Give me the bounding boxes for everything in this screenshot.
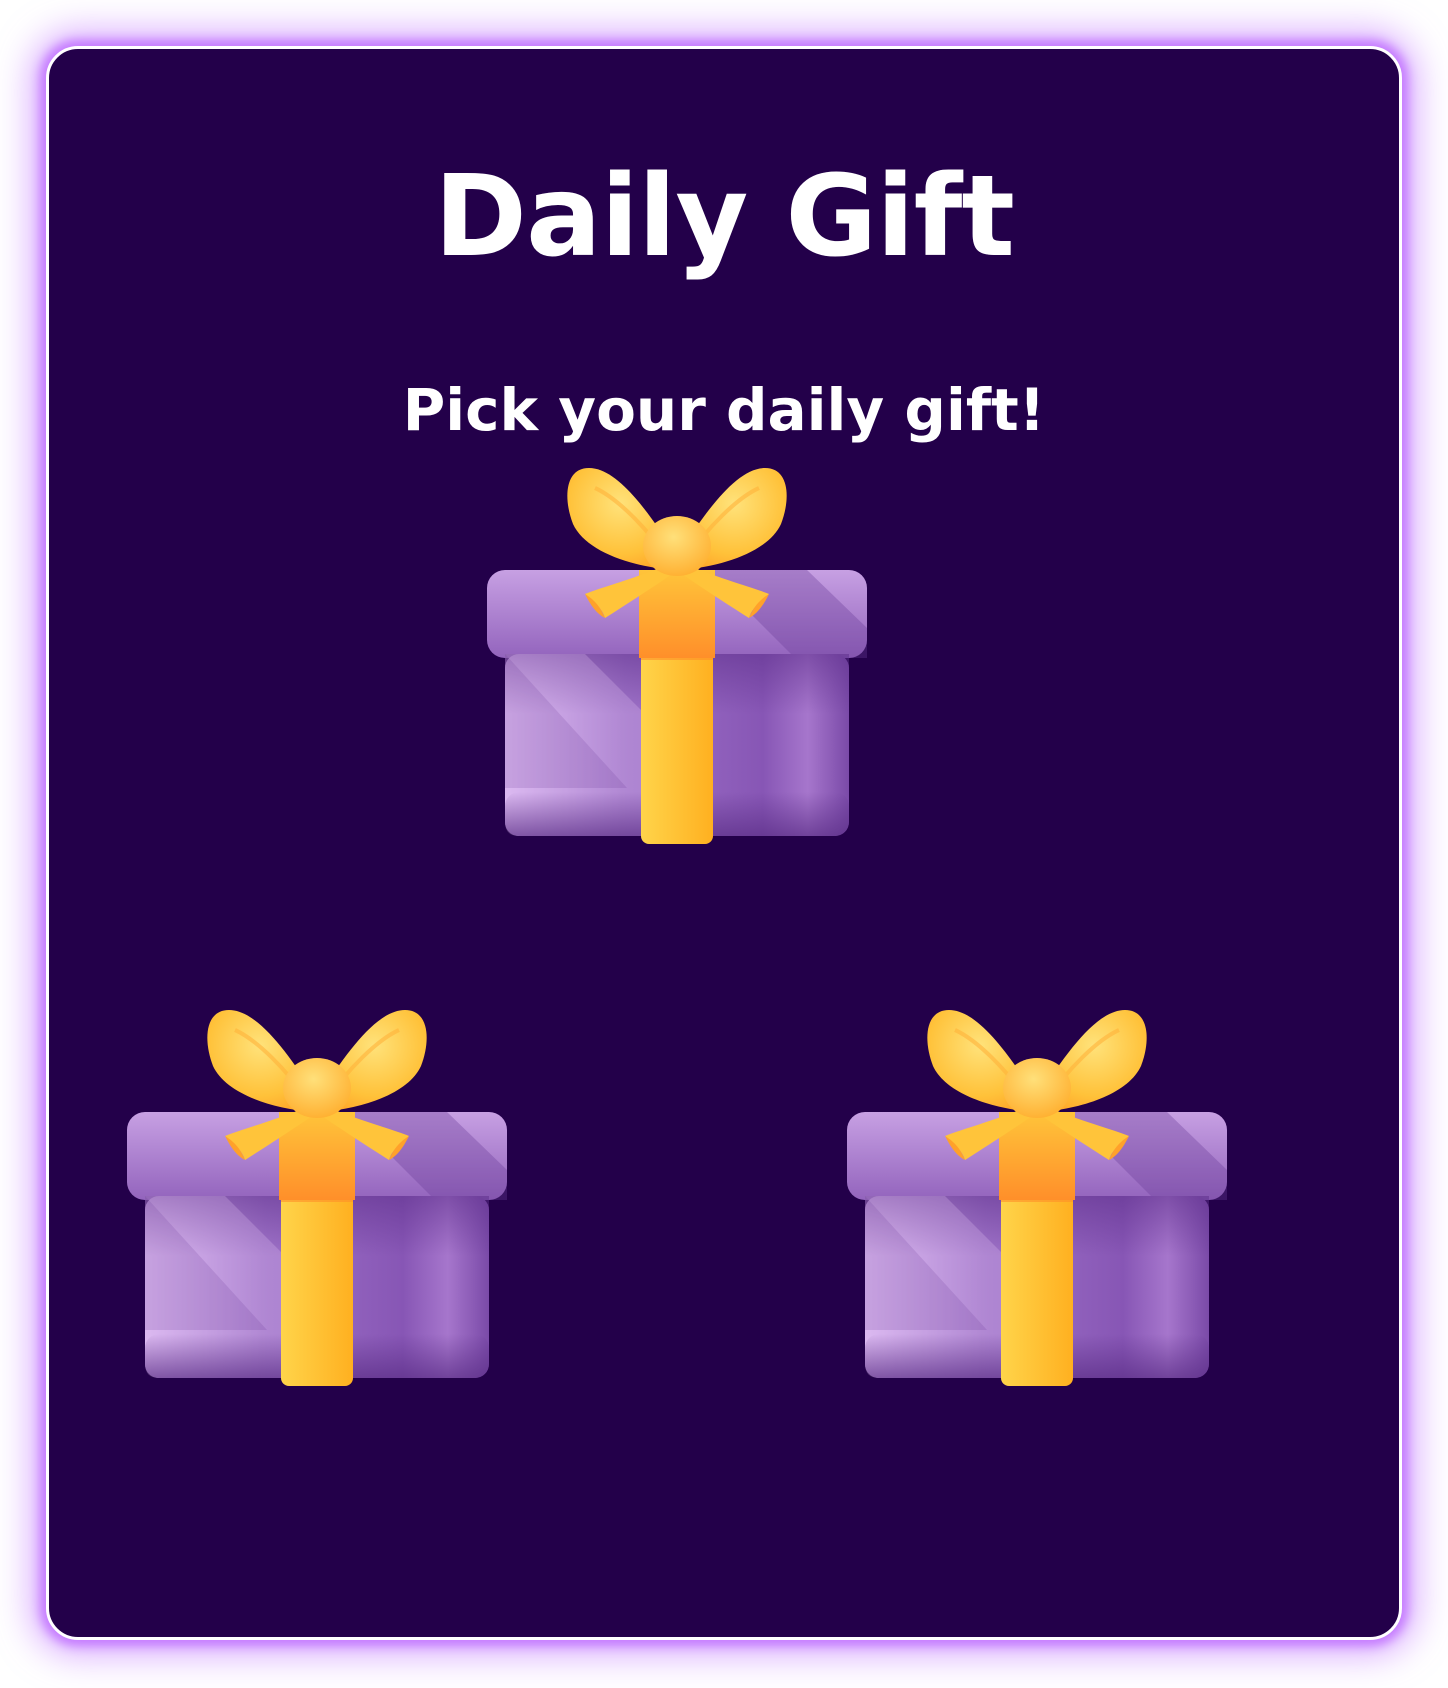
dialog-subtitle: Pick your daily gift! (402, 376, 1046, 444)
dialog-title: Daily Gift (434, 152, 1015, 282)
gift-box-bottom-left[interactable] (117, 1000, 517, 1400)
gift-box-icon (845, 1008, 1229, 1388)
gift-box-icon (485, 466, 869, 846)
gift-box-icon (125, 1008, 509, 1388)
gift-box-top[interactable] (477, 458, 877, 858)
gift-box-bottom-right[interactable] (837, 1000, 1237, 1400)
